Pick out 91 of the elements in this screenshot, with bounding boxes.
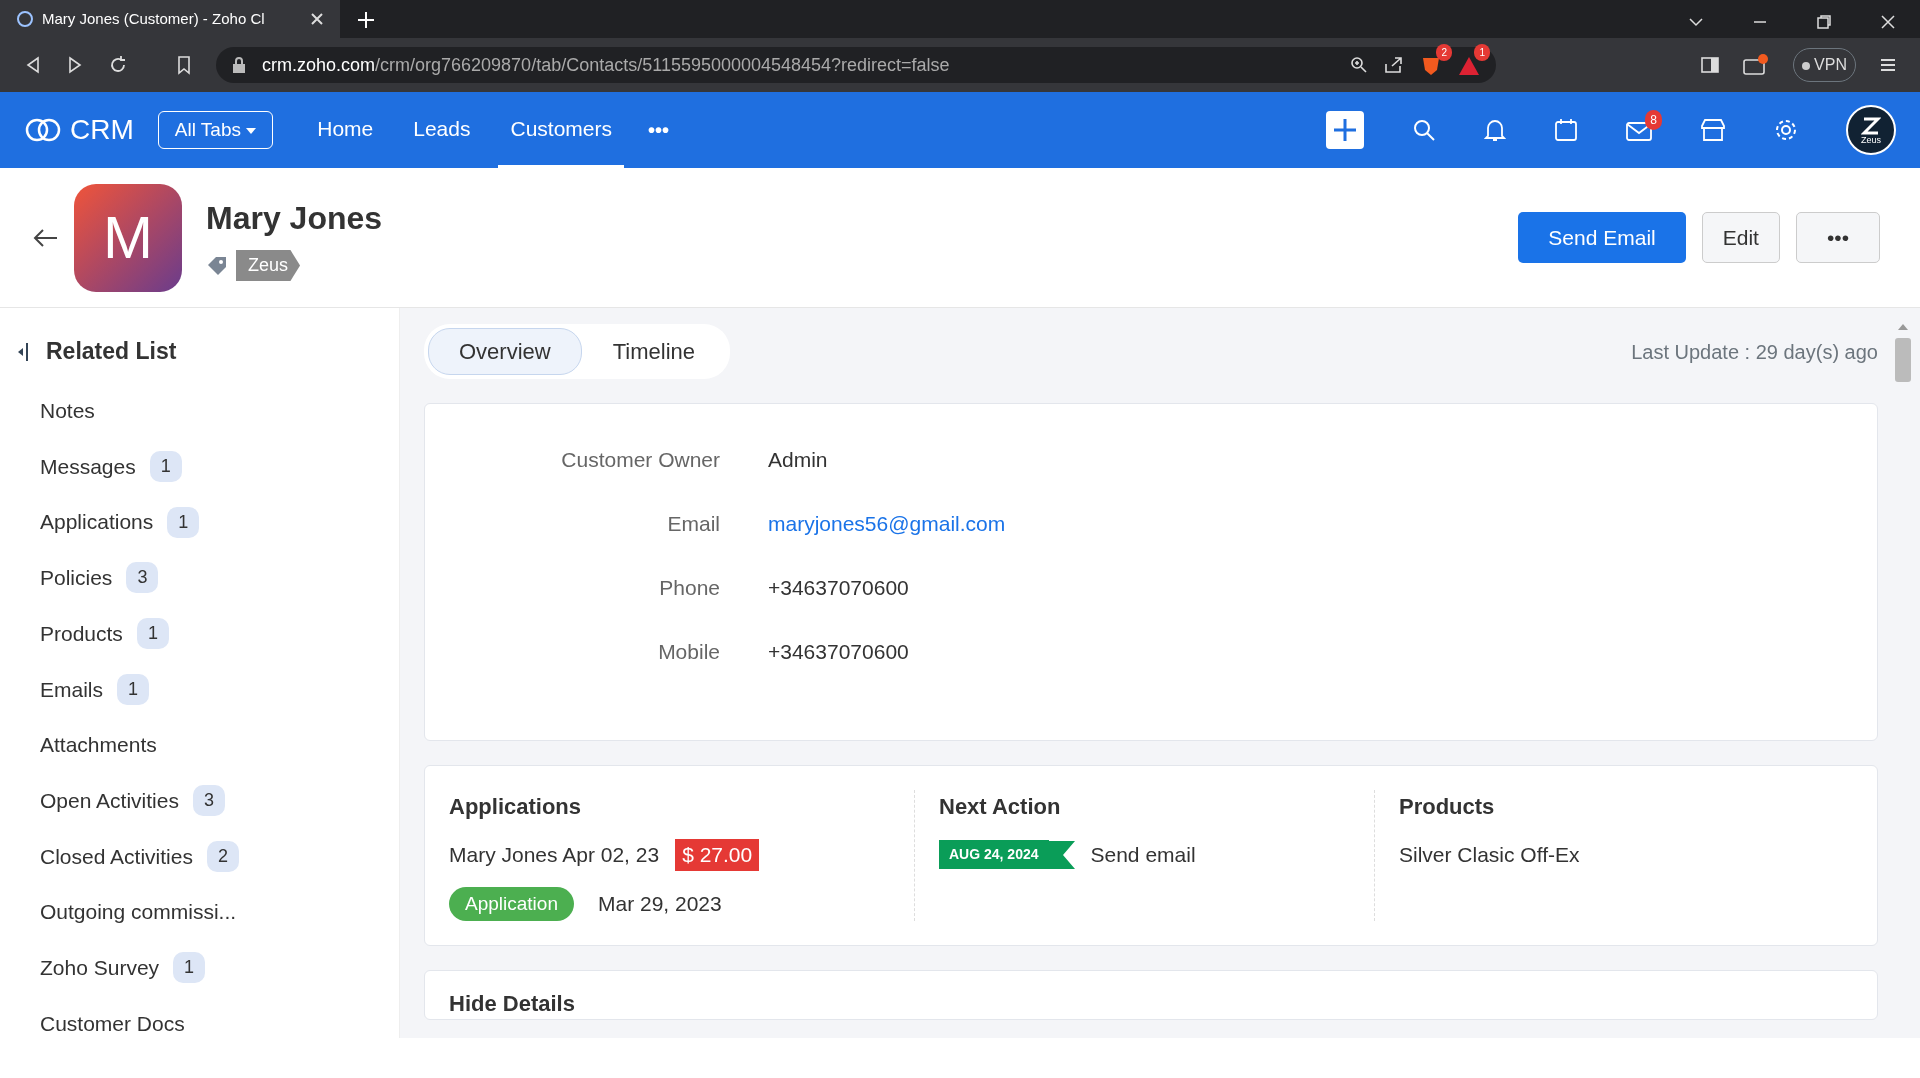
url-text: crm.zoho.com/crm/org766209870/tab/Contacts/5115595000004548454?redirect=false [262, 53, 951, 77]
search-icon[interactable] [1412, 118, 1436, 142]
plus-icon[interactable] [356, 10, 376, 30]
record-avatar: M [74, 183, 182, 292]
field-label: Mobile [657, 639, 720, 666]
brand-name: CRM [70, 113, 134, 147]
action-button[interactable]: Send Email [1518, 211, 1686, 264]
logo-icon [24, 117, 62, 143]
settings-icon[interactable] [1774, 118, 1798, 142]
count-badge: 1 [149, 451, 182, 483]
badge-count: 2 [1436, 43, 1452, 61]
sidebar-link[interactable]: Applications [40, 506, 154, 538]
count-badge: 1 [167, 506, 200, 538]
bookmark-icon[interactable] [176, 55, 192, 75]
section-title: Hide Details [449, 991, 575, 1016]
calendar-icon[interactable] [1554, 118, 1578, 142]
field-label: Customer Owner [560, 447, 720, 474]
amount-badge: $ 27.00 [675, 839, 760, 871]
sidebar-link[interactable]: Zoho Survey [40, 951, 160, 984]
sidebar-link[interactable]: Attachments [40, 729, 157, 761]
reload-icon[interactable] [108, 55, 128, 75]
sidebar-link[interactable]: Emails [40, 673, 103, 706]
browser-tab[interactable]: Mary Jones (Customer) - Zoho Cl [0, 0, 340, 38]
bell-icon[interactable] [1484, 118, 1506, 142]
sidebar-link[interactable]: Policies [40, 562, 113, 594]
sidebar-link[interactable]: Products [40, 617, 123, 650]
sidebar-link[interactable]: Open Activities [40, 784, 179, 817]
count-badge: 3 [192, 785, 225, 817]
record-tag: Zeus [236, 250, 301, 281]
badge-count: 1 [1474, 43, 1490, 61]
notification-count: 8 [1645, 110, 1662, 130]
sidebar-link[interactable]: Messages [40, 450, 136, 483]
view-tab[interactable]: Overview [428, 328, 582, 375]
sidebar-link[interactable]: Notes [40, 395, 95, 427]
action-button[interactable]: ••• [1795, 211, 1880, 264]
caret-icon [246, 127, 257, 134]
action-button[interactable]: Edit [1701, 211, 1780, 264]
avatar-label: Zeus [1861, 135, 1881, 145]
close-icon[interactable] [1880, 14, 1896, 30]
field-label: Phone [658, 575, 720, 602]
nav-tab[interactable]: Leads [401, 92, 483, 168]
user-avatar[interactable]: Zeus [1846, 105, 1896, 155]
nav-tab[interactable]: Home [305, 92, 386, 168]
status-dot-icon [1802, 61, 1811, 70]
email-link[interactable]: maryjones56@gmail.com [768, 508, 1006, 540]
count-badge: 3 [126, 562, 159, 594]
field-value: +34637070600 [768, 575, 909, 602]
back-icon[interactable] [24, 56, 42, 74]
sidebar-link[interactable]: Outgoing commissi... [40, 896, 237, 928]
sidebar-title: Related List [46, 337, 177, 367]
field-value: Admin [768, 447, 828, 474]
count-badge: 1 [173, 952, 206, 984]
nav-tab[interactable]: Customers [498, 92, 624, 168]
collapse-icon[interactable] [16, 340, 30, 363]
tab-title: Mary Jones (Customer) - Zoho Cl [42, 8, 266, 29]
logo-icon [1861, 115, 1881, 136]
scroll-up-icon[interactable] [1898, 324, 1908, 330]
section-title: Next Action [939, 793, 1062, 821]
zoom-icon[interactable] [1350, 56, 1368, 74]
status-badge: Application [449, 886, 574, 921]
share-icon[interactable] [1384, 56, 1404, 74]
last-update-text: Last Update : 29 day(s) ago [1631, 339, 1878, 365]
back-arrow-icon[interactable] [32, 227, 58, 248]
more-tabs-button[interactable]: ••• [648, 115, 670, 145]
store-icon[interactable] [1700, 118, 1726, 142]
forward-icon[interactable] [66, 56, 84, 74]
scrollbar-thumb[interactable] [1895, 338, 1911, 382]
count-badge: 1 [136, 618, 169, 650]
section-title: Products [1399, 793, 1496, 821]
section-title: Applications [449, 793, 582, 821]
count-badge: 2 [206, 840, 239, 872]
address-bar[interactable]: crm.zoho.com/crm/org766209870/tab/Contacts/5115595000004548454?redirect=false 2 1 [216, 47, 1496, 83]
action-text: Send email [1090, 842, 1196, 868]
all-tabs-dropdown[interactable]: All Tabs [157, 110, 274, 150]
product-name: Silver Clasic Off-Ex [1399, 842, 1580, 868]
field-value: +34637070600 [768, 639, 909, 666]
application-name: Mary Jones Apr 02, 23 [449, 842, 660, 868]
close-icon[interactable] [310, 12, 324, 26]
mail-icon[interactable] [1626, 119, 1652, 142]
record-name: Mary Jones [206, 199, 383, 238]
lock-icon [232, 57, 246, 73]
sidebar-icon[interactable] [1701, 56, 1720, 74]
sidebar-link[interactable]: Customer Docs [40, 1007, 185, 1040]
menu-icon[interactable] [1880, 57, 1896, 73]
count-badge: 1 [117, 673, 150, 705]
application-date: Mar 29, 2023 [597, 891, 722, 917]
field-label: Email [666, 511, 720, 538]
restore-icon[interactable] [1816, 14, 1832, 30]
view-tab[interactable]: Timeline [581, 328, 726, 375]
sidebar-link[interactable]: Closed Activities [40, 840, 193, 873]
tag-icon [206, 254, 228, 277]
